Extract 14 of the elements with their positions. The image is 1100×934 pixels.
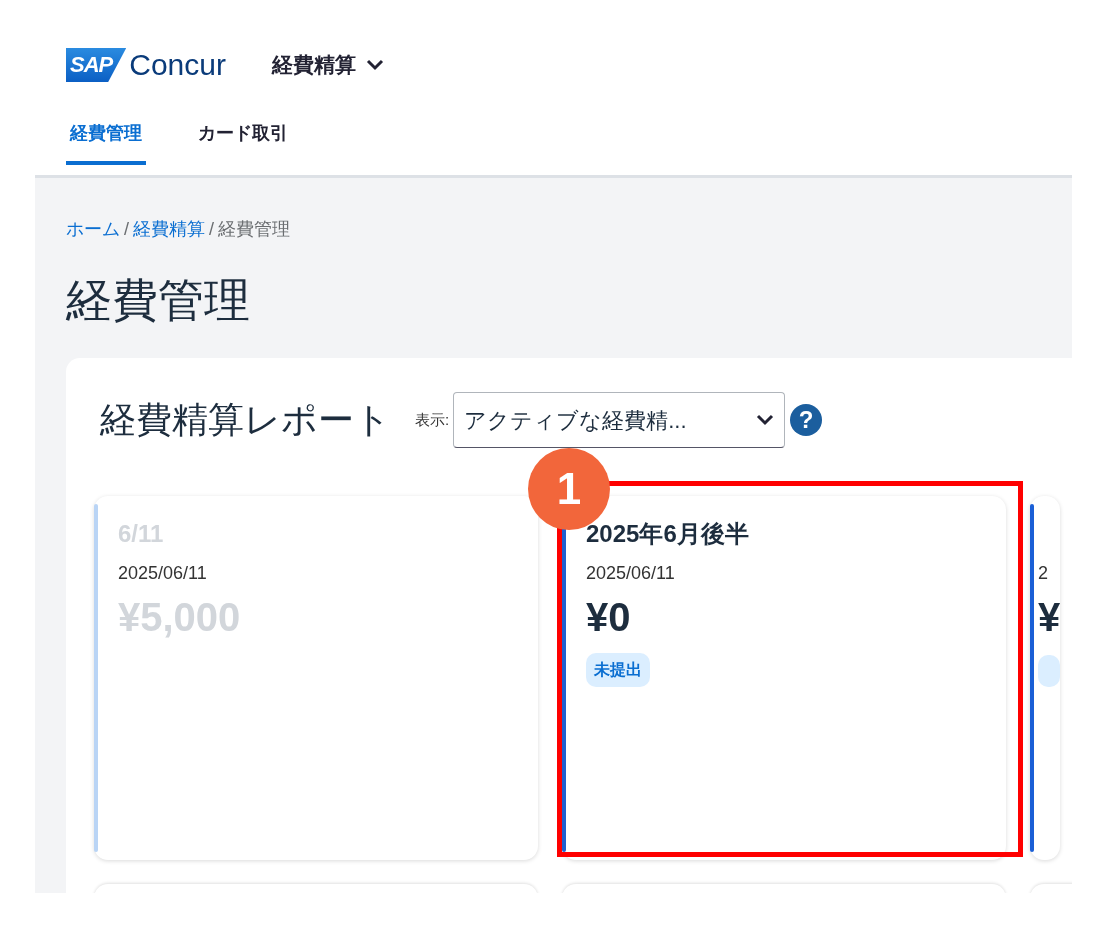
- report-date: 2025/06/11: [586, 562, 676, 586]
- filter-label: 表示:: [415, 409, 450, 430]
- page-title: 経費管理: [66, 273, 251, 328]
- status-badge: 未提出: [586, 653, 650, 688]
- report-amount: ¥: [1038, 594, 1061, 642]
- section-title: 経費精算レポート: [100, 398, 391, 443]
- breadcrumb-separator: /: [209, 218, 215, 241]
- logo-text: Concur: [129, 48, 226, 82]
- report-date: 2: [1038, 562, 1049, 586]
- breadcrumb-current: 経費管理: [218, 218, 291, 241]
- breadcrumb-separator: /: [124, 218, 129, 241]
- report-date: 2025/06/11: [118, 562, 208, 586]
- logo-mark: SAP: [66, 48, 127, 82]
- report-amount: ¥0: [586, 594, 632, 642]
